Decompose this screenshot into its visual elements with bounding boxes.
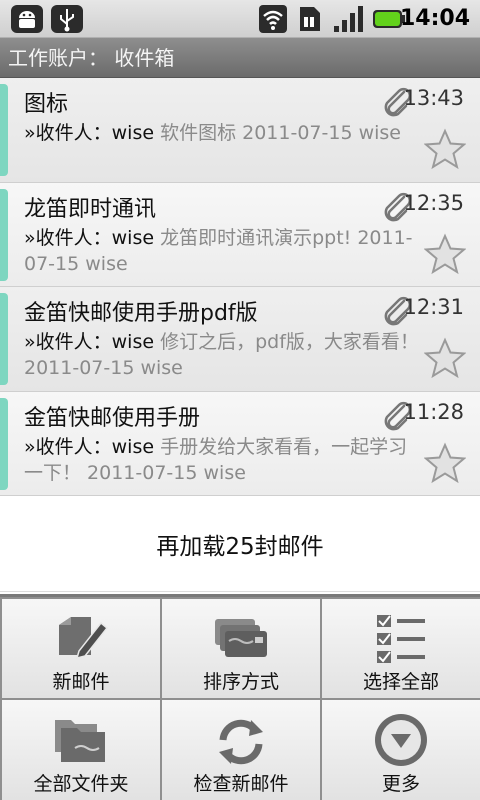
menu-item-select-all[interactable]: 选择全部 [322, 599, 480, 698]
mail-subject: 金笛快邮使用手册pdf版 [24, 301, 258, 326]
mail-preview: »收件人：wise 软件图标 2011-07-15 wise [24, 120, 424, 146]
recipient: wise [111, 122, 155, 144]
mail-subject: 金笛快邮使用手册 [24, 405, 201, 431]
menu-item-check-mail[interactable]: 检查新邮件 [162, 700, 320, 800]
signal-icon [334, 6, 363, 32]
star-icon[interactable] [424, 337, 466, 379]
star-icon[interactable] [424, 233, 466, 275]
account-color-bar [0, 293, 8, 385]
options-menu: 新邮件 排序方式 选择全部 全部文件夹 检查新邮件 更多 [0, 594, 480, 800]
list-item[interactable]: 龙笛即时通讯 12:35 »收件人：wise 龙笛即时通讯演示ppt! 2011… [0, 182, 480, 287]
status-bar: 14:04 [0, 0, 480, 38]
refresh-icon [219, 719, 263, 765]
load-more-button[interactable]: 再加载25封邮件 [0, 496, 480, 592]
list-item[interactable]: 金笛快邮使用手册 11:28 »收件人：wise 手册发给大家看看，一起学习一下… [0, 391, 480, 496]
menu-item-sort[interactable]: 排序方式 [162, 599, 320, 698]
account-color-bar [0, 397, 8, 490]
mail-time: 12:35 [403, 190, 464, 215]
clock: 14:04 [399, 6, 470, 31]
mail-time: 11:28 [403, 399, 464, 424]
menu-item-compose[interactable]: 新邮件 [2, 599, 160, 698]
title-bar: 工作账户： 收件箱 [0, 38, 480, 78]
sort-icon [215, 619, 267, 657]
mail-subject: 龙笛即时通讯 [24, 196, 157, 222]
mail-preview: »收件人：wise 手册发给大家看看，一起学习一下！ 2011-07-15 wi… [24, 434, 424, 486]
sim-icon [300, 7, 320, 31]
select-all-icon [377, 615, 425, 663]
mail-list: 图标 13:43 »收件人：wise 软件图标 2011-07-15 wise … [0, 78, 480, 496]
recipient-label: »收件人： [24, 331, 112, 353]
android-debug-icon [11, 5, 43, 33]
menu-label: 新邮件 [52, 671, 110, 693]
list-item[interactable]: 图标 13:43 »收件人：wise 软件图标 2011-07-15 wise [0, 78, 480, 183]
usb-icon [51, 5, 83, 33]
recipient: wise [111, 435, 155, 458]
wifi-icon [259, 5, 287, 33]
menu-label: 选择全部 [362, 671, 439, 693]
star-icon[interactable] [424, 128, 466, 170]
menu-item-more[interactable]: 更多 [322, 700, 480, 800]
list-item[interactable]: 金笛快邮使用手册pdf版 12:31 »收件人：wise 修订之后，pdf版，大… [0, 287, 480, 392]
mail-preview: »收件人：wise 修订之后，pdf版，大家看看！ 2011-07-15 wis… [24, 329, 424, 381]
menu-label: 排序方式 [202, 671, 279, 693]
mail-time: 13:43 [403, 86, 464, 110]
mail-preview: »收件人：wise 龙笛即时通讯演示ppt! 2011-07-15 wise [24, 225, 424, 277]
account-color-bar [0, 188, 8, 281]
star-icon[interactable] [424, 442, 466, 484]
recipient-label: »收件人： [24, 435, 112, 458]
recipient: wise [111, 331, 155, 353]
menu-label: 更多 [381, 773, 420, 795]
compose-icon [59, 617, 109, 660]
menu-label: 检查新邮件 [193, 773, 289, 795]
mail-snippet: 软件图标 2011-07-15 wise [154, 122, 401, 144]
recipient-label: »收件人： [24, 122, 112, 144]
account-color-bar [0, 84, 8, 176]
menu-label: 全部文件夹 [33, 773, 129, 795]
mail-time: 12:31 [403, 295, 464, 319]
more-icon [375, 714, 427, 766]
folders-icon [55, 720, 105, 762]
recipient-label: »收件人： [24, 226, 112, 249]
mail-subject: 图标 [24, 92, 69, 117]
menu-item-all-folders[interactable]: 全部文件夹 [2, 700, 160, 800]
recipient: wise [111, 226, 155, 249]
page-title: 工作账户： 收件箱 [8, 46, 175, 70]
